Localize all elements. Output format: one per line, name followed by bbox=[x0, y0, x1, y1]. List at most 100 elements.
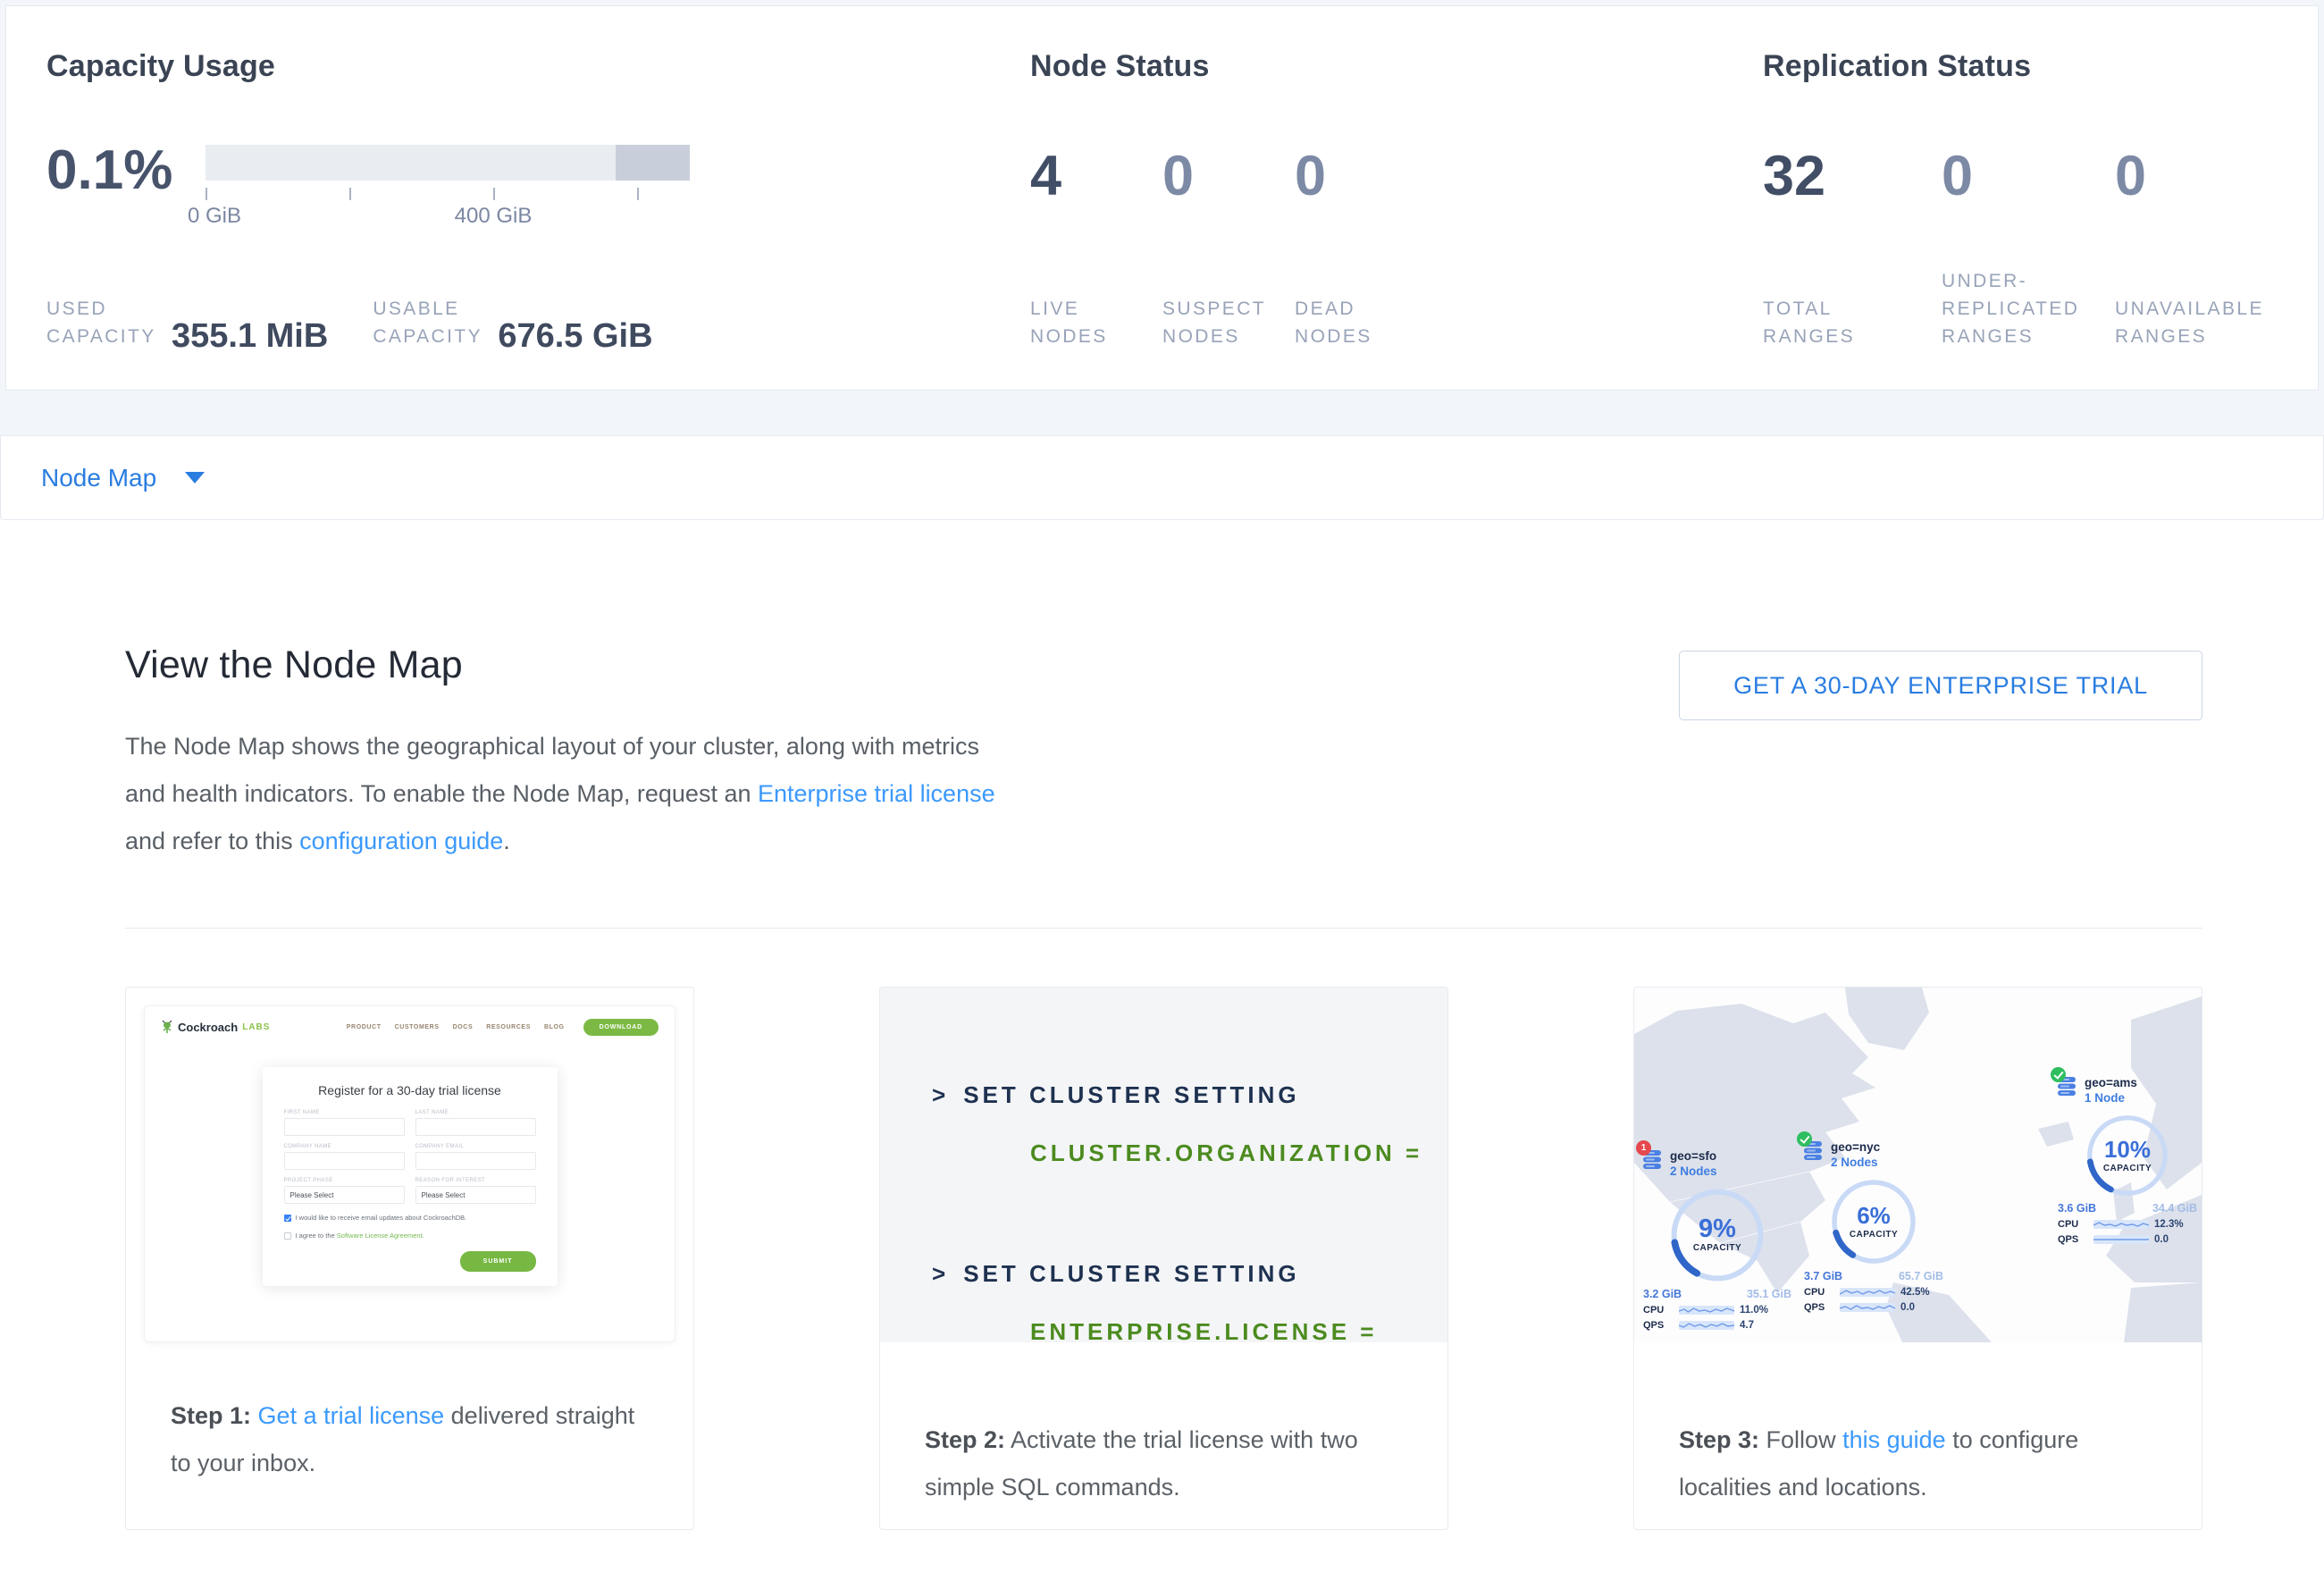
configuration-guide-link[interactable]: configuration guide bbox=[299, 828, 503, 854]
steps-cards-row: Cockroach LABS PRODUCT CUSTOMERS DOCS RE… bbox=[125, 987, 2202, 1530]
capacity-axis: 0 GiB 400 GiB bbox=[206, 181, 690, 222]
form-field: COMPANY EMAIL bbox=[415, 1144, 536, 1170]
locality-node-count: 2 Nodes bbox=[1831, 1155, 1880, 1170]
sql-keyword: SET CLUSTER SETTING bbox=[963, 1260, 1299, 1287]
capacity-caption: CAPACITY bbox=[1693, 1243, 1741, 1253]
error-badge-icon: 1 bbox=[1636, 1140, 1651, 1156]
get-trial-license-link[interactable]: Get a trial license bbox=[258, 1402, 445, 1429]
used-capacity-stat: USED CAPACITY 355.1 MiB bbox=[46, 295, 328, 350]
qps-sparkline bbox=[1840, 1303, 1895, 1312]
first-name-input bbox=[284, 1118, 405, 1136]
capacity-percent: 6% bbox=[1857, 1204, 1891, 1227]
form-field: PROJECT PHASE Please Select bbox=[284, 1178, 405, 1204]
cpu-label: CPU bbox=[1804, 1287, 1834, 1298]
node-map-dropdown[interactable]: Node Map bbox=[0, 435, 2324, 520]
locality-badge-nyc: geo=nyc 2 Nodes 6% CAPACITY bbox=[1802, 1139, 1945, 1313]
locality-node-count: 1 Node bbox=[2085, 1090, 2137, 1106]
axis-tick bbox=[637, 188, 639, 200]
download-button: DOWNLOAD bbox=[583, 1019, 659, 1036]
field-label: FIRST NAME bbox=[284, 1110, 405, 1115]
used-capacity-label: USED CAPACITY bbox=[46, 295, 161, 350]
page-title: View the Node Map bbox=[125, 643, 1005, 687]
axis-tick bbox=[349, 188, 351, 200]
step3-caption: Step 3: Follow this guide to configure l… bbox=[1634, 1342, 2202, 1511]
cpu-sparkline bbox=[1679, 1306, 1734, 1315]
capacity-ring: 6% CAPACITY bbox=[1829, 1177, 1918, 1266]
cockroach-bug-icon bbox=[161, 1020, 173, 1034]
step2-card: > SET CLUSTER SETTING CLUSTER.ORGANIZATIO… bbox=[879, 987, 1448, 1530]
suspect-nodes-value: 0 bbox=[1162, 147, 1277, 206]
cpu-sparkline bbox=[1840, 1288, 1895, 1297]
node-map-thumbnail: 1 geo=sfo 2 Nodes bbox=[1634, 988, 2202, 1342]
cockroach-labs-logo: Cockroach LABS bbox=[161, 1020, 270, 1034]
qps-label: QPS bbox=[1804, 1302, 1834, 1313]
cpu-value: 42.5% bbox=[1900, 1287, 1943, 1298]
capacity-bar-chart: 0 GiB 400 GiB bbox=[206, 145, 690, 222]
checkbox-unchecked-icon bbox=[284, 1232, 291, 1240]
checkbox-label: I agree to the Software License Agreemen… bbox=[296, 1232, 424, 1240]
step3-card: 1 geo=sfo 2 Nodes bbox=[1633, 987, 2202, 1530]
section-divider bbox=[125, 928, 2202, 929]
capacity-bar-used-segment bbox=[616, 145, 690, 181]
total-ranges-label: TOTAL RANGES bbox=[1763, 267, 1906, 350]
this-guide-link[interactable]: this guide bbox=[1842, 1426, 1946, 1453]
usable-capacity-stat: USABLE CAPACITY 676.5 GiB bbox=[373, 295, 652, 350]
used-capacity-value: 355.1 MiB bbox=[172, 319, 328, 353]
intro-text-2: and refer to this bbox=[125, 828, 293, 854]
step2-caption: Step 2: Activate the trial license with … bbox=[880, 1342, 1447, 1511]
locality-badge-sfo: 1 geo=sfo 2 Nodes bbox=[1641, 1148, 1793, 1331]
replication-values: 32 0 0 bbox=[1763, 147, 2290, 206]
cpu-value: 11.0% bbox=[1740, 1305, 1791, 1316]
capacity-used-gib: 3.6 GiB bbox=[2058, 1202, 2096, 1215]
intro-text-3: . bbox=[503, 828, 510, 854]
intro-row: View the Node Map The Node Map shows the… bbox=[125, 643, 2202, 865]
cpu-label: CPU bbox=[1643, 1305, 1674, 1316]
last-name-input bbox=[415, 1118, 536, 1136]
intro-paragraph: The Node Map shows the geographical layo… bbox=[125, 723, 1005, 865]
usable-capacity-label: USABLE CAPACITY bbox=[373, 295, 487, 350]
healthy-check-icon bbox=[1797, 1131, 1812, 1147]
healthy-check-icon bbox=[2051, 1067, 2066, 1082]
submit-row: SUBMIT bbox=[284, 1251, 536, 1272]
sql-command: >SET CLUSTER SETTING CLUSTER.ORGANIZATIO… bbox=[932, 1081, 1447, 1167]
field-label: PROJECT PHASE bbox=[284, 1178, 405, 1183]
sql-prompt: > bbox=[932, 1260, 949, 1287]
qps-value: 4.7 bbox=[1740, 1320, 1791, 1331]
total-ranges-value: 32 bbox=[1763, 147, 1906, 206]
capacity-stats-row: USED CAPACITY 355.1 MiB USABLE CAPACITY … bbox=[46, 295, 985, 350]
under-replicated-ranges-label: UNDER-REPLICATED RANGES bbox=[1942, 267, 2102, 350]
node-status-labels: LIVE NODES SUSPECT NODES DEAD NODES bbox=[1030, 295, 1656, 350]
capacity-total-gib: 35.1 GiB bbox=[1747, 1288, 1791, 1300]
dead-nodes-value: 0 bbox=[1295, 147, 1411, 206]
capacity-percent: 10% bbox=[2104, 1138, 2151, 1161]
node-status-values: 4 0 0 bbox=[1030, 147, 1656, 206]
email-updates-checkbox-row: I would like to receive email updates ab… bbox=[284, 1214, 536, 1222]
logo-wordmark: Cockroach bbox=[178, 1021, 238, 1034]
submit-button: SUBMIT bbox=[460, 1251, 536, 1272]
node-map-dropdown-label[interactable]: Node Map bbox=[41, 464, 156, 492]
mini-site-nav: PRODUCT CUSTOMERS DOCS RESOURCES BLOG DO… bbox=[347, 1019, 659, 1036]
capacity-caption: CAPACITY bbox=[2103, 1164, 2152, 1173]
locality-badge-ams: geo=ams 1 Node 10% CAPACITY bbox=[2056, 1075, 2199, 1245]
sql-setting-name: CLUSTER.ORGANIZATION = bbox=[932, 1139, 1447, 1167]
unavailable-ranges-label: UNAVAILABLE RANGES bbox=[2115, 267, 2271, 350]
step1-label: Step 1: bbox=[171, 1402, 251, 1429]
project-phase-select: Please Select bbox=[284, 1186, 405, 1204]
logo-labs-suffix: LABS bbox=[242, 1022, 270, 1032]
get-enterprise-trial-button[interactable]: GET A 30-DAY ENTERPRISE TRIAL bbox=[1679, 651, 2202, 720]
sql-keyword: SET CLUSTER SETTING bbox=[963, 1081, 1299, 1108]
replication-status-section: Replication Status 32 0 0 TOTAL RANGES U… bbox=[1763, 49, 2290, 350]
form-field: LAST NAME bbox=[415, 1110, 536, 1136]
dead-nodes-label: DEAD NODES bbox=[1295, 295, 1411, 350]
live-nodes-value: 4 bbox=[1030, 147, 1130, 206]
step3-text-1: Follow bbox=[1766, 1426, 1836, 1453]
qps-value: 0.0 bbox=[2154, 1234, 2197, 1245]
intro-copy: View the Node Map The Node Map shows the… bbox=[125, 643, 1005, 865]
field-label: REASON FOR INTEREST bbox=[415, 1178, 536, 1183]
capacity-ring: 10% CAPACITY bbox=[2085, 1113, 2170, 1198]
enterprise-trial-license-link[interactable]: Enterprise trial license bbox=[758, 780, 995, 807]
usable-capacity-value: 676.5 GiB bbox=[498, 319, 652, 353]
step2-label: Step 2: bbox=[925, 1426, 1005, 1453]
capacity-used-gib: 3.7 GiB bbox=[1804, 1270, 1842, 1282]
qps-label: QPS bbox=[2058, 1234, 2088, 1245]
